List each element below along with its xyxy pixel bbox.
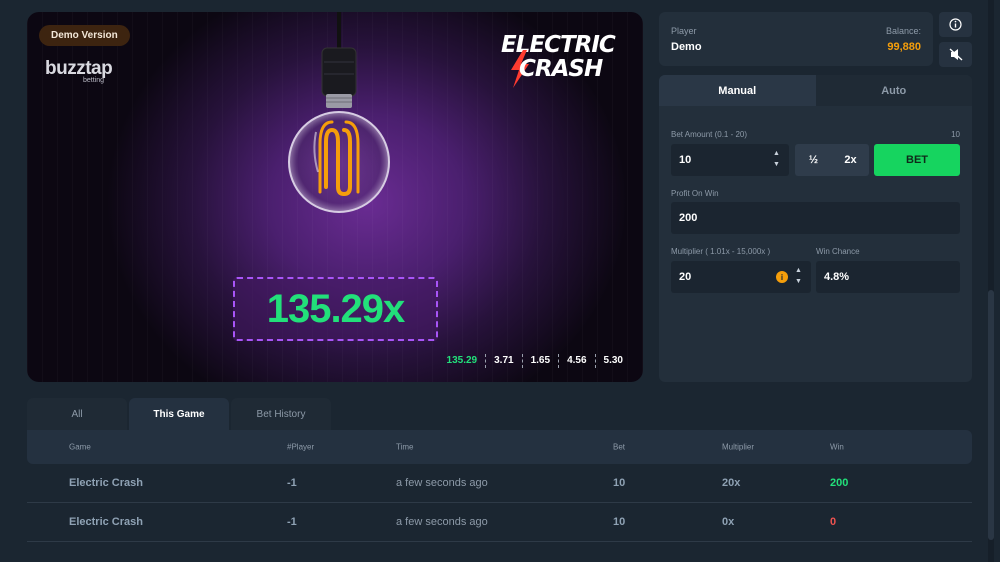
win-chance-field[interactable]: 4.8% bbox=[816, 261, 960, 293]
row-win: 0 bbox=[830, 516, 837, 528]
row-multiplier: 20x bbox=[722, 477, 741, 489]
bet-panel: Manual Auto Bet Amount (0.1 - 20) 10 10 … bbox=[659, 75, 972, 382]
bet-amount-stepper[interactable]: ▲ ▼ bbox=[773, 148, 780, 170]
profit-on-win-value: 200 bbox=[679, 212, 698, 224]
chevron-up-icon[interactable]: ▲ bbox=[795, 265, 802, 276]
column-header-multiplier: Multiplier bbox=[722, 442, 755, 452]
bet-amount-input[interactable]: 10 bbox=[671, 144, 789, 176]
recent-multipliers: 135.29 3.71 1.65 4.56 5.30 bbox=[439, 354, 631, 368]
history-table: Game #Player Time Bet Multiplier Win Ele… bbox=[27, 430, 972, 542]
multiplier-label: Multiplier ( 1.01x - 15,000x ) bbox=[671, 247, 771, 256]
chevron-up-icon[interactable]: ▲ bbox=[773, 148, 780, 159]
bet-adjust-buttons: ½ 2x bbox=[795, 144, 869, 176]
table-row: Electric Crash -1 a few seconds ago 10 2… bbox=[27, 464, 972, 503]
table-header: Game #Player Time Bet Multiplier Win bbox=[27, 430, 972, 464]
multiplier-input-value: 20 bbox=[679, 271, 692, 283]
column-header-player: #Player bbox=[287, 442, 315, 452]
balance-value: 99,880 bbox=[887, 41, 921, 53]
half-bet-button[interactable]: ½ bbox=[795, 144, 832, 176]
multiplier-stepper[interactable]: ▲ ▼ bbox=[795, 265, 802, 287]
player-label: Player bbox=[671, 26, 697, 36]
sound-toggle-button[interactable] bbox=[939, 42, 972, 67]
row-time: a few seconds ago bbox=[396, 516, 488, 528]
chevron-down-icon[interactable]: ▼ bbox=[773, 159, 780, 170]
recent-multiplier: 1.65 bbox=[521, 354, 558, 368]
multiplier-info-icon[interactable]: i bbox=[776, 271, 788, 283]
tab-bet-history[interactable]: Bet History bbox=[231, 398, 331, 431]
electric-crash-logo: ELECTRIC CRASH bbox=[501, 32, 629, 88]
brand-sub: betting bbox=[83, 77, 105, 84]
row-game: Electric Crash bbox=[69, 477, 143, 489]
bet-mode-tabs: Manual Auto bbox=[659, 75, 972, 106]
recent-multiplier: 3.71 bbox=[485, 354, 521, 368]
history-tabs: All This Game Bet History bbox=[27, 398, 331, 431]
tab-this-game[interactable]: This Game bbox=[129, 398, 229, 431]
light-bulb-icon bbox=[288, 12, 390, 213]
sound-muted-icon bbox=[949, 48, 962, 61]
tab-auto[interactable]: Auto bbox=[815, 75, 972, 106]
recent-multiplier: 4.56 bbox=[558, 354, 594, 368]
row-player: -1 bbox=[287, 477, 297, 489]
current-multiplier: 135.29x bbox=[266, 286, 406, 331]
column-header-time: Time bbox=[396, 442, 414, 452]
player-name: Demo bbox=[671, 41, 702, 53]
column-header-win: Win bbox=[830, 442, 844, 452]
row-bet: 10 bbox=[613, 516, 626, 528]
bet-amount-label: Bet Amount (0.1 - 20) bbox=[671, 130, 748, 139]
recent-multiplier: 5.30 bbox=[594, 354, 631, 368]
player-card: Player Demo Balance: 99,880 bbox=[659, 12, 933, 66]
bet-amount-value: 10 bbox=[679, 154, 692, 166]
column-header-game: Game bbox=[69, 442, 91, 452]
row-win: 200 bbox=[830, 477, 849, 489]
win-chance-value: 4.8% bbox=[824, 271, 850, 283]
row-game: Electric Crash bbox=[69, 516, 143, 528]
win-chance-label: Win Chance bbox=[816, 247, 860, 256]
page-scrollbar[interactable] bbox=[988, 0, 994, 562]
current-multiplier-box: 135.29x bbox=[233, 277, 438, 341]
tab-all[interactable]: All bbox=[27, 398, 127, 431]
chevron-down-icon[interactable]: ▼ bbox=[795, 276, 802, 287]
table-row: Electric Crash -1 a few seconds ago 10 0… bbox=[27, 503, 972, 542]
buzztap-logo: buzztap betting bbox=[45, 58, 113, 84]
row-bet: 10 bbox=[613, 477, 626, 489]
row-player: -1 bbox=[287, 516, 297, 528]
multiplier-input[interactable]: 20 bbox=[671, 261, 811, 293]
bet-button[interactable]: BET bbox=[874, 144, 960, 176]
bet-amount-max: 10 bbox=[951, 130, 960, 139]
demo-version-badge: Demo Version bbox=[39, 25, 130, 46]
tab-manual[interactable]: Manual bbox=[659, 75, 816, 106]
double-bet-button[interactable]: 2x bbox=[832, 144, 869, 176]
column-header-bet: Bet bbox=[613, 442, 626, 452]
logo-line-2: CRASH bbox=[519, 56, 603, 82]
game-canvas: Demo Version buzztap betting ELECTRIC CR… bbox=[27, 12, 643, 382]
brand-name: buzztap bbox=[45, 58, 113, 79]
info-icon bbox=[949, 18, 962, 31]
row-time: a few seconds ago bbox=[396, 477, 488, 489]
row-multiplier: 0x bbox=[722, 516, 735, 528]
balance-label: Balance: bbox=[885, 26, 921, 36]
scrollbar-thumb[interactable] bbox=[988, 290, 994, 540]
profit-on-win-field[interactable]: 200 bbox=[671, 202, 960, 234]
recent-multiplier: 135.29 bbox=[446, 355, 478, 366]
info-button[interactable] bbox=[939, 12, 972, 37]
profit-on-win-label: Profit On Win bbox=[671, 189, 719, 198]
